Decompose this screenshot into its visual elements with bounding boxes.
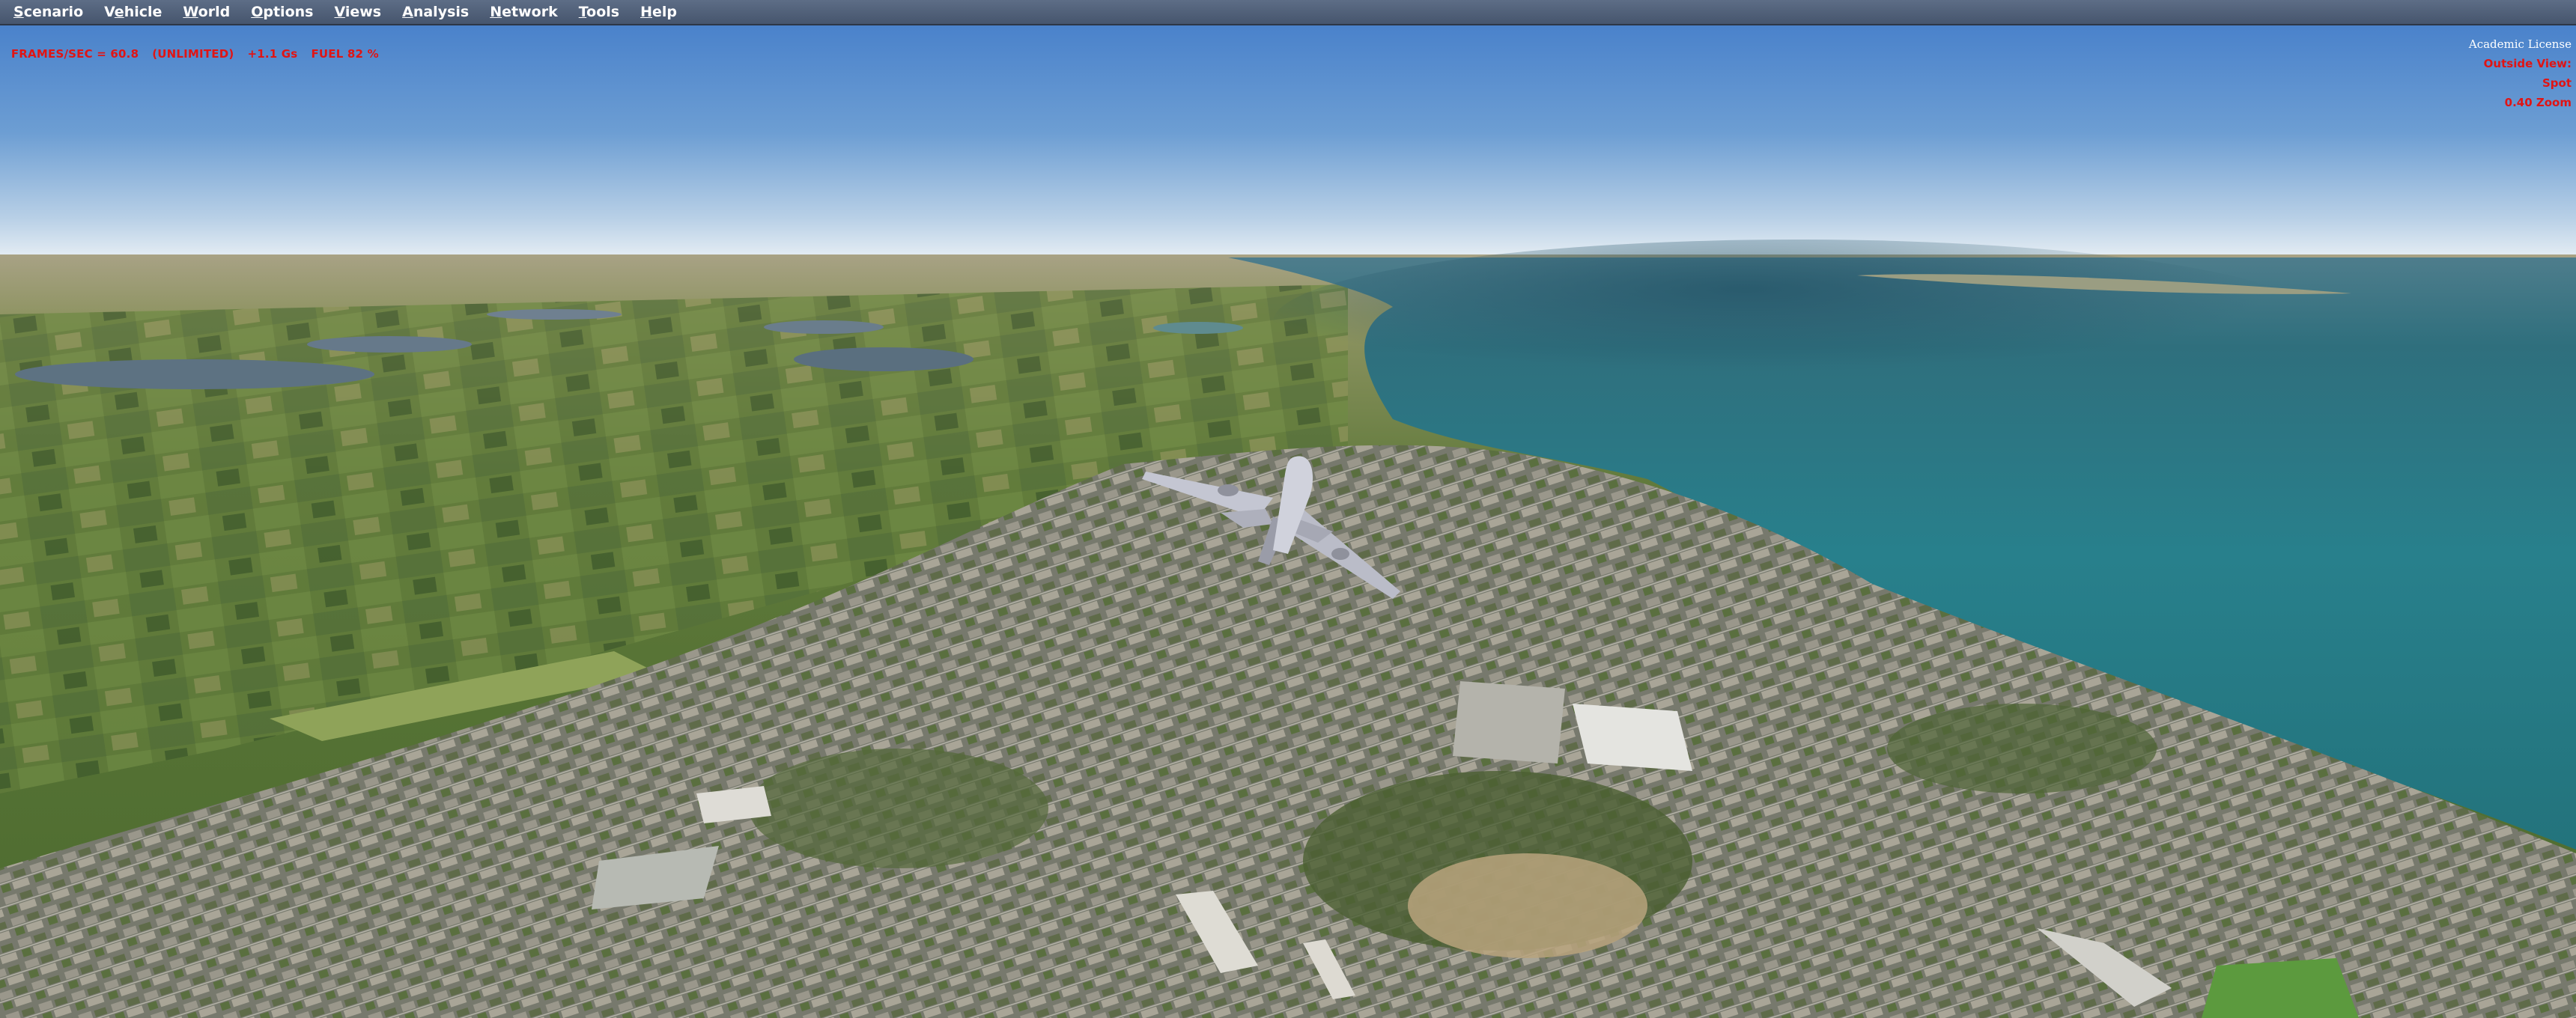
simulator-viewport [0, 25, 2576, 1018]
menu-options[interactable]: Options [240, 0, 323, 25]
g-load: +1.1 Gs [247, 47, 298, 61]
menu-bar: Scenario Vehicle World Options Views Analysis… [0, 0, 2576, 25]
trees [749, 749, 1048, 868]
license-label: Academic License [2468, 37, 2572, 51]
menu-scenario[interactable]: Scenario [3, 0, 94, 25]
sea-shadow [1273, 240, 2321, 404]
sports-field [2202, 958, 2359, 1018]
view-info: Academic License Outside View: Spot 0.40… [2469, 34, 2572, 112]
view-label: Outside View: [2483, 57, 2572, 70]
sky [0, 25, 2576, 265]
frame-limit: (UNLIMITED) [152, 47, 234, 61]
hud-status: FRAMES/SEC = 60.8 (UNLIMITED) +1.1 Gs FUEL … [3, 34, 392, 61]
menu-tools[interactable]: Tools [568, 0, 630, 25]
lake [794, 347, 973, 371]
lake [487, 309, 622, 320]
aircraft-engine [1218, 484, 1239, 496]
fuel-level: FUEL 82 % [311, 47, 379, 61]
lake [764, 320, 884, 334]
menu-views[interactable]: Views [323, 0, 392, 25]
lake [307, 336, 472, 353]
parking-lot [1453, 681, 1565, 764]
menu-help[interactable]: Help [630, 0, 687, 25]
view-mode: Spot [2542, 76, 2572, 90]
aircraft-engine [1331, 548, 1349, 560]
trees [1887, 704, 2157, 793]
zoom-level: 0.40 Zoom [2504, 96, 2572, 109]
quarry [1408, 853, 1647, 958]
menu-vehicle[interactable]: Vehicle [94, 0, 172, 25]
menu-world[interactable]: World [172, 0, 240, 25]
menu-analysis[interactable]: Analysis [392, 0, 479, 25]
building [1573, 704, 1692, 771]
lake [15, 359, 374, 389]
lake [1153, 322, 1243, 334]
menu-network[interactable]: Network [479, 0, 568, 25]
frames-per-second: FRAMES/SEC = 60.8 [10, 47, 139, 61]
